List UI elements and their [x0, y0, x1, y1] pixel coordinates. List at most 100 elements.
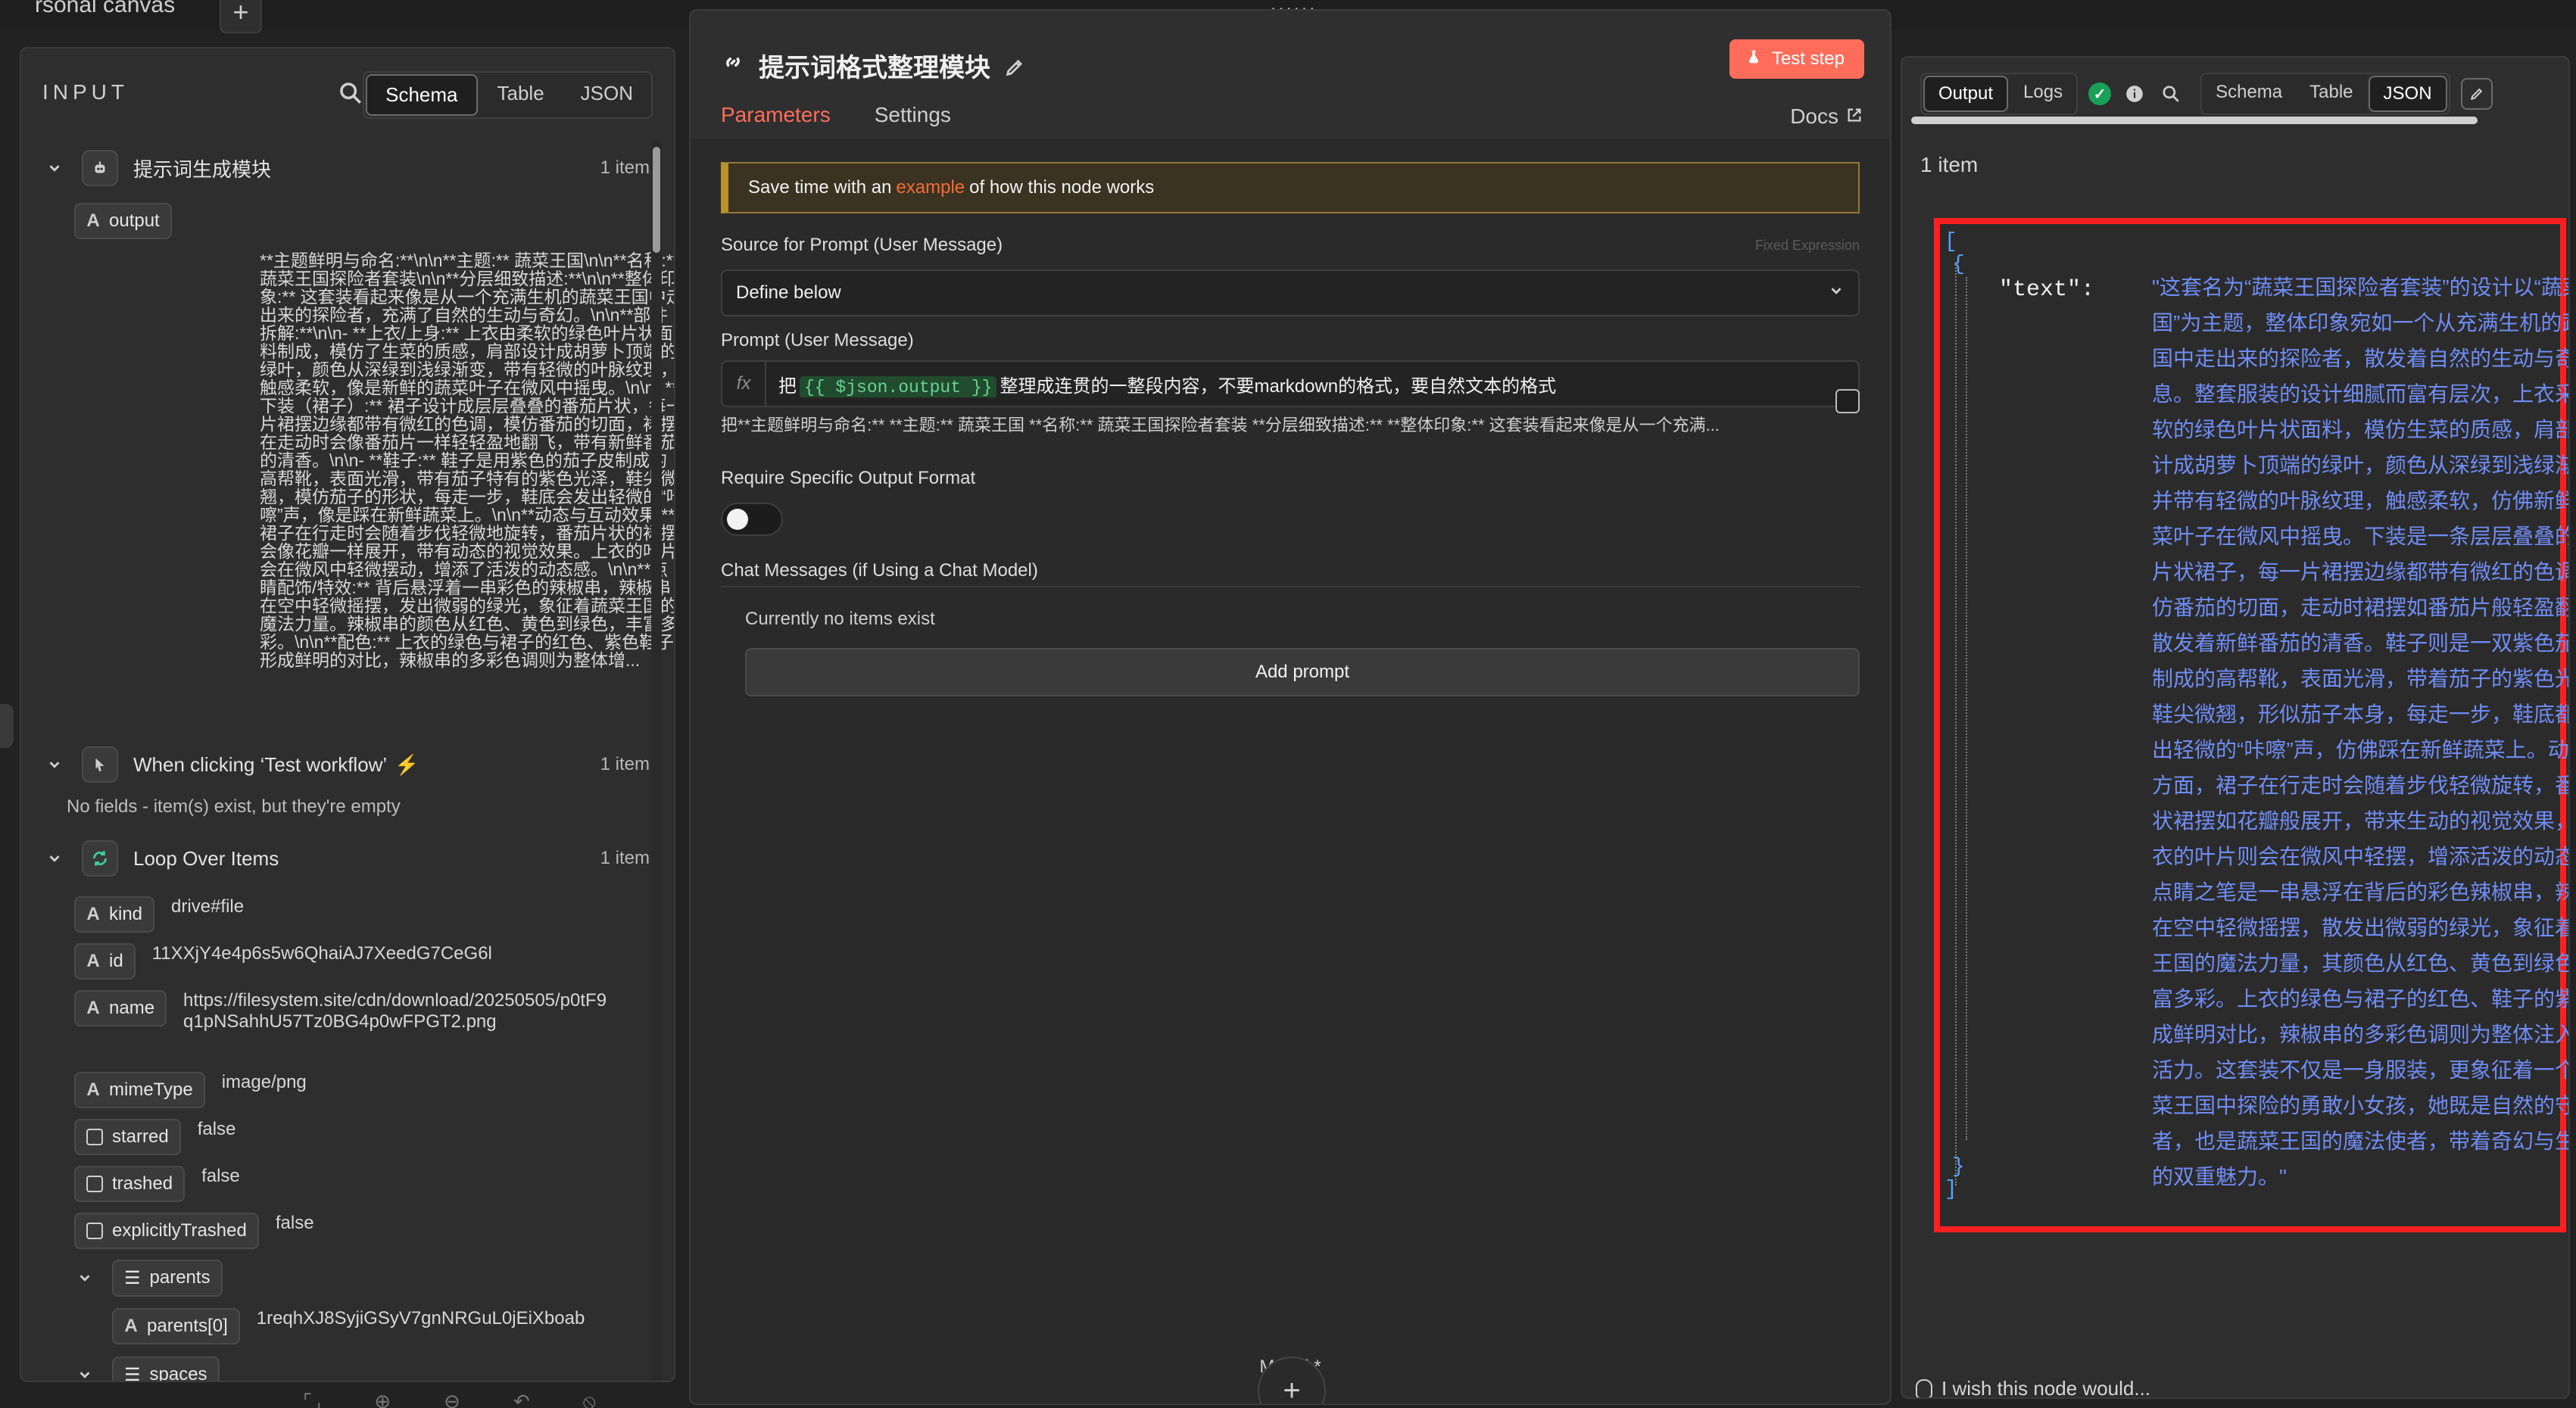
- undo-icon[interactable]: ↶: [513, 1390, 530, 1408]
- field-key: trashed: [112, 1173, 173, 1194]
- node-tabs: Parameters Settings: [721, 103, 951, 144]
- left-handle[interactable]: [0, 704, 14, 748]
- source-select[interactable]: Define below: [721, 269, 1860, 316]
- string-type-icon: A: [86, 951, 100, 971]
- chevron-down-icon[interactable]: [74, 1364, 95, 1381]
- require-format-toggle[interactable]: [721, 503, 783, 536]
- json-bracket-close: ]: [1944, 1178, 1957, 1201]
- field-name[interactable]: A name https://filesystem.site/cdn/downl…: [74, 990, 607, 1033]
- tab-settings[interactable]: Settings: [875, 103, 951, 144]
- list-row-parents[interactable]: ☰ parents: [74, 1258, 223, 1297]
- chevron-down-icon[interactable]: [44, 848, 65, 869]
- prompt-suffix: 整理成连贯的一整段内容，不要markdown的格式，要自然文本的格式: [1000, 375, 1557, 397]
- docs-link[interactable]: Docs: [1790, 104, 1863, 129]
- source-label: Source for Prompt (User Message): [721, 235, 1003, 255]
- field-chip: A mimeType: [74, 1072, 205, 1108]
- list-icon: ☰: [124, 1267, 141, 1288]
- chevron-down-icon[interactable]: [74, 1267, 95, 1288]
- field-chip: ☰ spaces: [112, 1356, 220, 1382]
- node-title: 提示词生成模块: [133, 157, 272, 181]
- tab-schema[interactable]: Schema: [2202, 74, 2297, 114]
- example-link[interactable]: example: [896, 177, 965, 198]
- output-scrollbar[interactable]: [1911, 117, 2478, 124]
- zoom-in-icon[interactable]: ⊕: [374, 1390, 391, 1408]
- edit-output-icon[interactable]: [2460, 78, 2493, 110]
- link-icon: [721, 50, 745, 81]
- info-icon[interactable]: [2122, 81, 2147, 107]
- tab-json[interactable]: JSON: [2368, 76, 2447, 112]
- node-title: When clicking ‘Test workflow’: [133, 752, 388, 776]
- output-view-tabs: Schema Table JSON: [2200, 73, 2450, 115]
- flask-icon: [1746, 48, 1761, 70]
- chevron-down-icon[interactable]: [44, 754, 65, 775]
- feedback-row[interactable]: I wish this node would...: [1916, 1377, 2150, 1397]
- search-icon[interactable]: [2158, 81, 2184, 107]
- field-key: starred: [112, 1126, 169, 1147]
- field-value: drive#file: [171, 896, 245, 917]
- add-prompt-button[interactable]: Add prompt: [745, 648, 1860, 696]
- field-key: explicitlyTrashed: [112, 1220, 247, 1241]
- field-output-value: **主题鲜明与命名:**\n\n**主题:** 蔬菜王国\n\n**名称:** …: [260, 251, 675, 670]
- field-value: https://filesystem.site/cdn/download/202…: [183, 990, 607, 1032]
- clear-icon[interactable]: ⦸: [583, 1390, 596, 1408]
- prompt-prefix: 把: [778, 375, 797, 397]
- fixed-expression-toggle[interactable]: Fixed Expression: [1755, 238, 1860, 254]
- tab-json[interactable]: JSON: [562, 73, 651, 117]
- field-key: name: [109, 998, 155, 1018]
- tab-table[interactable]: Table: [479, 73, 563, 117]
- field-output[interactable]: A output: [74, 203, 172, 239]
- field-id[interactable]: A id 11XXjY4e4p6s5w6QhaiAJ7XeedG7CeG6l: [74, 943, 492, 980]
- list-row-spaces[interactable]: ☰ spaces: [74, 1355, 220, 1382]
- tab-schema[interactable]: Schema: [366, 74, 478, 116]
- json-value-text: "这套名为“蔬菜王国探险者套装”的设计以“蔬菜王国”为主题，整体印象宛如一个从充…: [2152, 276, 2570, 1188]
- field-mimetype[interactable]: A mimeType image/png: [74, 1072, 307, 1108]
- json-guide: [1966, 277, 1967, 1140]
- output-panel: Output Logs ✓ Schema Table JSON 1 item [: [1901, 56, 2570, 1399]
- node-row[interactable]: Loop Over Items 1 item: [44, 839, 650, 878]
- list-icon: ☰: [124, 1364, 141, 1382]
- string-type-icon: A: [124, 1316, 138, 1336]
- field-value: false: [197, 1119, 236, 1139]
- node-header: 提示词格式整理模块 Test step Parameters Settings …: [691, 11, 1890, 144]
- input-header: INPUT: [42, 80, 129, 104]
- scrollbar-thumb[interactable]: [653, 147, 660, 253]
- node-row[interactable]: When clicking ‘Test workflow’ ⚡ 1 item: [44, 745, 650, 784]
- toggle-knob: [727, 509, 748, 530]
- pencil-icon[interactable]: [1004, 55, 1025, 76]
- checkbox-icon: [86, 1223, 103, 1239]
- zoom-to-fit-icon[interactable]: ⌜⌟: [303, 1390, 321, 1408]
- field-key: spaces: [149, 1364, 207, 1382]
- search-icon[interactable]: [338, 80, 363, 106]
- tab-table[interactable]: Table: [2296, 74, 2367, 114]
- add-tab-button[interactable]: +: [220, 0, 262, 33]
- success-icon: ✓: [2088, 83, 2112, 105]
- empty-fields-note: No fields - item(s) exist, but they're e…: [67, 796, 401, 817]
- field-starred[interactable]: starred false: [74, 1119, 235, 1155]
- expand-icon[interactable]: [1835, 389, 1860, 413]
- node-row[interactable]: 提示词生成模块 1 item: [44, 148, 650, 188]
- input-scroll[interactable]: 提示词生成模块 1 item A output **主题鲜明与命名:**\n\n…: [21, 139, 674, 1381]
- prompt-input[interactable]: fx 把{{ $json.output }} 整理成连贯的一整段内容，不要mark…: [721, 360, 1860, 407]
- field-value: false: [201, 1166, 240, 1186]
- input-scrollbar[interactable]: [651, 139, 662, 1381]
- test-step-button[interactable]: Test step: [1729, 39, 1864, 79]
- field-chip: A output: [74, 203, 172, 239]
- external-link-icon: [1846, 104, 1863, 129]
- fx-icon: fx: [722, 362, 766, 406]
- chevron-down-icon[interactable]: [44, 157, 65, 179]
- field-key: parents[0]: [147, 1316, 228, 1336]
- field-trashed[interactable]: trashed false: [74, 1166, 240, 1202]
- prompt-expression: {{ $json.output }}: [800, 375, 997, 397]
- divider: [721, 586, 1860, 587]
- field-kind[interactable]: A kind drive#file: [74, 896, 244, 933]
- field-explicitlytrashed[interactable]: explicitlyTrashed false: [74, 1213, 314, 1249]
- field-parents-0[interactable]: A parents[0] 1reqhXJ8SyjiGSyV7gnNRGuL0jE…: [112, 1308, 585, 1344]
- tab-output[interactable]: Output: [1923, 76, 2009, 112]
- tab-parameters[interactable]: Parameters: [721, 103, 831, 144]
- field-key: kind: [109, 904, 143, 924]
- tab-logs[interactable]: Logs: [2010, 74, 2077, 114]
- json-brace-open: {: [1952, 253, 1965, 276]
- pointer-icon: [82, 746, 118, 783]
- zoom-out-icon[interactable]: ⊖: [444, 1390, 460, 1408]
- example-banner: Save time with an example of how this no…: [721, 162, 1860, 213]
